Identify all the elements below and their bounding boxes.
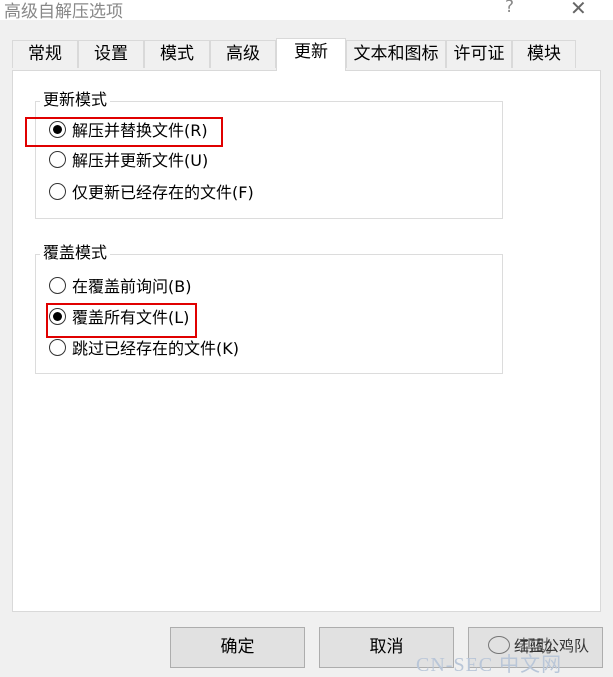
radio-button[interactable] [49, 151, 66, 168]
radio-button[interactable] [49, 183, 66, 200]
highlight-box [46, 303, 197, 338]
tab-advanced[interactable]: 高级 [210, 40, 276, 68]
tab-mode[interactable]: 模式 [144, 40, 210, 68]
tab-bar: 常规 设置 模式 高级 更新 文本和图标 许可证 模块 [12, 38, 602, 71]
overwrite-mode-title: 覆盖模式 [40, 243, 111, 263]
window-title: 高级自解压选项 [4, 2, 123, 22]
update-tab-panel: 更新模式 解压并替换文件(R) 解压并更新文件(U) 仅更新已经存在的文件(F)… [12, 70, 601, 612]
radio-button[interactable] [49, 277, 66, 294]
close-icon[interactable]: ✕ [570, 0, 587, 20]
help-icon[interactable]: ? [505, 0, 514, 17]
radio-label: 仅更新已经存在的文件(F) [72, 183, 254, 202]
update-mode-title: 更新模式 [40, 90, 111, 110]
radio-label: 解压并更新文件(U) [72, 151, 209, 170]
radio-button[interactable] [49, 339, 66, 356]
watermark-site: CN-SEC 中文网 [416, 654, 563, 676]
tab-general[interactable]: 常规 [12, 40, 78, 68]
title-bar: 高级自解压选项 ? ✕ [0, 0, 613, 22]
tab-modules[interactable]: 模块 [512, 40, 576, 68]
tab-settings[interactable]: 设置 [78, 40, 144, 68]
tab-update[interactable]: 更新 [276, 38, 346, 71]
highlight-box [25, 117, 223, 147]
ok-button[interactable]: 确定 [170, 627, 305, 668]
radio-label: 在覆盖前询问(B) [72, 277, 192, 296]
tab-license[interactable]: 许可证 [446, 40, 512, 68]
radio-label: 跳过已经存在的文件(K) [72, 339, 239, 358]
tab-text-and-icon[interactable]: 文本和图标 [346, 40, 446, 68]
